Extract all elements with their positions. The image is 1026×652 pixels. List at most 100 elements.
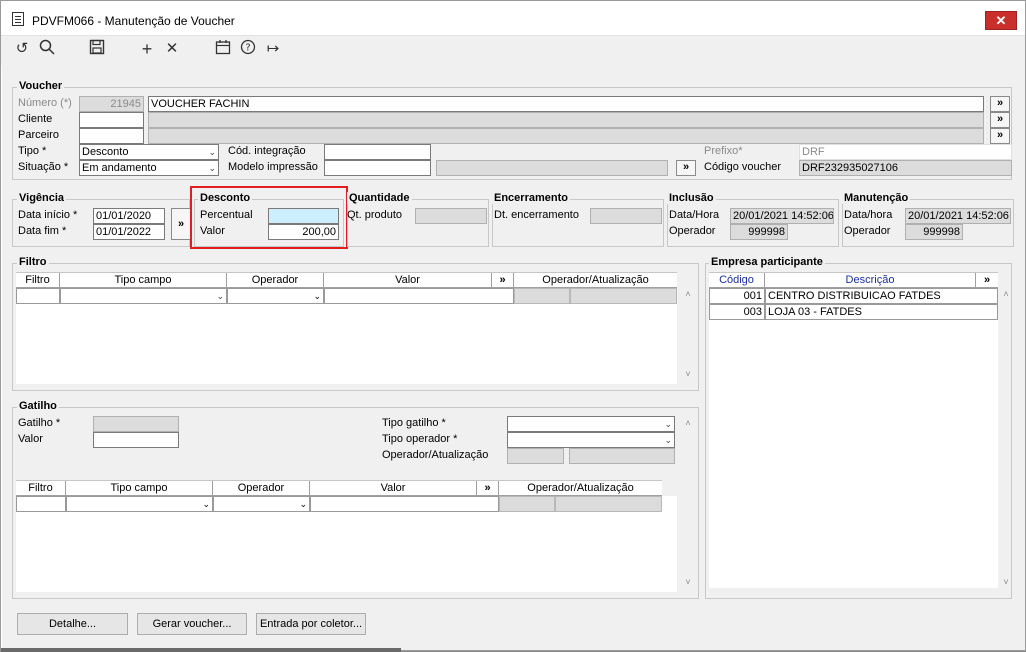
filtro-col-operador[interactable]: Operador [227, 273, 324, 288]
gatilho-col-operador-atualizacao[interactable]: Operador/Atualização [499, 481, 662, 496]
data-inicio-field[interactable]: 01/01/2020 [93, 208, 165, 224]
prefixo-field: DRF [799, 144, 1012, 160]
search-icon[interactable] [37, 39, 57, 59]
gatilho-grid-header: Filtro Tipo campo Operador Valor » Opera… [16, 480, 662, 496]
dt-encerramento-label: Dt. encerramento [494, 209, 579, 221]
manutencao-operador-label: Operador [844, 225, 891, 237]
filtro-scroll-up[interactable]: ˄ [681, 289, 695, 299]
cod-integracao-field[interactable] [324, 144, 431, 160]
chevron-down-icon: ⌄ [208, 147, 216, 157]
filtro-group-title: Filtro [17, 256, 49, 268]
gerar-voucher-button[interactable]: Gerar voucher... [137, 613, 247, 635]
delete-icon[interactable]: ✕ [162, 39, 182, 59]
tipo-select[interactable]: Desconto ⌄ [79, 144, 219, 160]
cliente-field[interactable] [79, 112, 144, 128]
filtro-col-operador-atualizacao[interactable]: Operador/Atualização [514, 273, 677, 288]
filtro-col-tipo-campo[interactable]: Tipo campo [60, 273, 227, 288]
empresa-group-title: Empresa participante [709, 256, 825, 268]
filtro-scroll-down[interactable]: ˅ [681, 369, 695, 379]
inclusao-datahora-field: 20/01/2021 14:52:06 [730, 208, 834, 224]
modelo-impressao-field[interactable] [324, 160, 431, 176]
empresa-scroll-up[interactable]: ˄ [999, 289, 1013, 299]
gatilho-col-filtro[interactable]: Filtro [16, 481, 66, 496]
filtro-col-lookup[interactable]: » [492, 273, 514, 288]
tipo-operador-select[interactable]: ⌄ [507, 432, 675, 448]
exit-icon[interactable]: ↦ [263, 39, 283, 59]
voucher-description-field[interactable]: VOUCHER FACHIN [148, 96, 984, 112]
empresa-col-codigo[interactable]: Código [709, 273, 765, 288]
add-icon[interactable]: + [137, 39, 157, 59]
gatilho-scroll-up[interactable]: ˄ [681, 418, 695, 428]
numero-field[interactable]: 21945 [79, 96, 144, 112]
gatilho-scroll-down[interactable]: ˅ [681, 577, 695, 587]
gatilho-label: Gatilho * [18, 417, 61, 429]
parceiro-label: Parceiro [18, 129, 59, 141]
calendar-icon-svg [215, 40, 231, 55]
entrada-coletor-button[interactable]: Entrada por coletor... [256, 613, 366, 635]
undo-icon[interactable]: ↺ [12, 39, 32, 59]
empresa-grid-body: 001 CENTRO DISTRIBUICAO FATDES 003 LOJA … [709, 288, 998, 588]
empresa-row-1-codigo[interactable]: 001 [709, 288, 765, 304]
cliente-label: Cliente [18, 113, 53, 125]
chevron-down-icon: ⌄ [664, 419, 672, 429]
dt-encerramento-field [590, 208, 662, 224]
empresa-row-2-descricao[interactable]: LOJA 03 - FATDES [765, 304, 998, 320]
tipo-gatilho-label: Tipo gatilho * [382, 417, 446, 429]
empresa-scroll-down[interactable]: ˅ [999, 577, 1013, 587]
gatilho-col-lookup[interactable]: » [477, 481, 499, 496]
help-icon[interactable]: ? [238, 39, 258, 59]
close-button[interactable]: ✕ [985, 11, 1017, 30]
voucher-group-title: Voucher [17, 80, 65, 92]
gatilho-col-operador[interactable]: Operador [213, 481, 310, 496]
gatilho-cell-tipo-campo[interactable]: ⌄ [66, 496, 213, 512]
gatilho-col-valor[interactable]: Valor [310, 481, 477, 496]
search-icon-svg [39, 39, 55, 55]
gatilho-valor-field[interactable] [93, 432, 179, 448]
gatilho-cell-operador[interactable]: ⌄ [213, 496, 310, 512]
situacao-select-value: Em andamento [82, 162, 157, 174]
detalhe-button[interactable]: Detalhe... [17, 613, 128, 635]
calendar-icon[interactable] [213, 39, 233, 59]
empresa-row-2-codigo[interactable]: 003 [709, 304, 765, 320]
filtro-cell-filtro[interactable] [16, 288, 60, 304]
save-icon-svg [89, 39, 105, 55]
gatilho-grid-body: ⌄ ⌄ [16, 496, 677, 592]
cliente-description-field [148, 112, 984, 128]
codigo-voucher-field: DRF232935027106 [799, 160, 1012, 176]
manutencao-datahora-label: Data/hora [844, 209, 893, 221]
filtro-col-valor[interactable]: Valor [324, 273, 492, 288]
parceiro-lookup-button[interactable]: » [990, 128, 1010, 144]
gatilho-cell-filtro[interactable] [16, 496, 66, 512]
save-icon[interactable] [87, 39, 107, 59]
numero-label: Número (*) [18, 97, 72, 109]
filtro-cell-valor[interactable] [324, 288, 514, 304]
filtro-col-filtro[interactable]: Filtro [16, 273, 60, 288]
tipo-gatilho-select[interactable]: ⌄ [507, 416, 675, 432]
vigencia-group-title: Vigência [17, 192, 67, 204]
parceiro-field[interactable] [79, 128, 144, 144]
filtro-grid-body: ⌄ ⌄ [16, 288, 677, 384]
data-fim-field[interactable]: 01/01/2022 [93, 224, 165, 240]
empresa-col-descricao[interactable]: Descrição [765, 273, 976, 288]
manutencao-operador-field: 999998 [905, 224, 963, 240]
filtro-cell-operador[interactable]: ⌄ [227, 288, 324, 304]
cod-integracao-label: Cód. integração [228, 145, 306, 157]
manutencao-datahora-field: 20/01/2021 14:52:06 [905, 208, 1011, 224]
filtro-cell-tipo-campo[interactable]: ⌄ [60, 288, 227, 304]
svg-text:?: ? [245, 43, 250, 54]
data-inicio-label: Data início * [18, 209, 78, 221]
inclusao-datahora-label: Data/Hora [669, 209, 720, 221]
inclusao-operador-label: Operador [669, 225, 716, 237]
empresa-row-1-descricao[interactable]: CENTRO DISTRIBUICAO FATDES [765, 288, 998, 304]
situacao-select[interactable]: Em andamento ⌄ [79, 160, 219, 176]
gatilho-cell-valor[interactable] [310, 496, 499, 512]
qt-produto-field [415, 208, 487, 224]
codigo-voucher-label: Código voucher [704, 161, 782, 173]
gatilho-col-tipo-campo[interactable]: Tipo campo [66, 481, 213, 496]
modelo-impressao-lookup-button[interactable]: » [676, 160, 696, 176]
vigencia-lookup-button[interactable]: » [171, 208, 191, 240]
empresa-grid-header: Código Descrição » [709, 272, 998, 288]
cliente-lookup-button[interactable]: » [990, 112, 1010, 128]
voucher-lookup-button[interactable]: » [990, 96, 1010, 112]
empresa-col-lookup[interactable]: » [976, 273, 998, 288]
